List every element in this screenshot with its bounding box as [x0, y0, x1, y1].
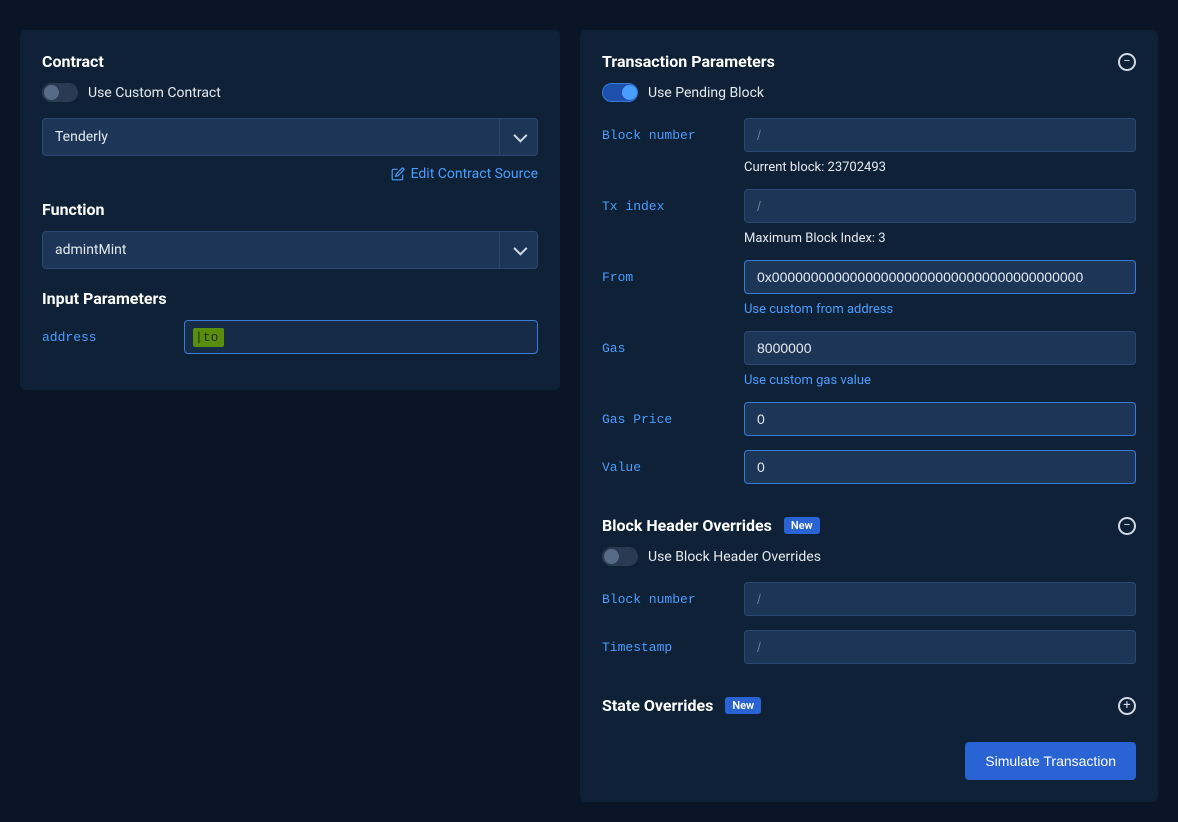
simulate-transaction-button[interactable]: Simulate Transaction	[965, 742, 1136, 780]
from-input[interactable]	[744, 260, 1136, 294]
block-header-collapse[interactable]	[1118, 517, 1136, 535]
edit-contract-source-text: Edit Contract Source	[411, 166, 538, 182]
chevron-down-icon	[513, 242, 527, 256]
gas-price-input[interactable]	[744, 402, 1136, 436]
tx-params-section: Transaction Parameters Use Pending Block…	[602, 52, 1136, 498]
use-custom-contract-toggle[interactable]	[42, 83, 78, 102]
address-label: address	[42, 330, 172, 345]
address-redacted-value: |to	[193, 328, 224, 347]
use-block-header-toggle[interactable]	[602, 547, 638, 566]
chevron-down-icon	[513, 129, 527, 143]
edit-icon	[391, 167, 405, 181]
bh-timestamp-input[interactable]	[744, 630, 1136, 664]
state-overrides-new-badge: New	[725, 697, 761, 714]
bh-timestamp-label: Timestamp	[602, 640, 732, 655]
tx-index-input[interactable]	[744, 189, 1136, 223]
gas-label: Gas	[602, 341, 732, 356]
gas-price-label: Gas Price	[602, 412, 732, 427]
value-label: Value	[602, 460, 732, 475]
function-select-chevron	[499, 232, 537, 268]
bh-block-number-input[interactable]	[744, 582, 1136, 616]
function-title: Function	[42, 200, 538, 219]
use-pending-block-row: Use Pending Block	[602, 83, 1136, 102]
block-header-section: Block Header Overrides New Use Block Hea…	[602, 516, 1136, 678]
use-custom-contract-row: Use Custom Contract	[42, 83, 538, 102]
contract-title: Contract	[42, 52, 538, 71]
tx-params-collapse[interactable]	[1118, 53, 1136, 71]
max-block-index-note: Maximum Block Index: 3	[744, 231, 1136, 246]
use-pending-block-toggle[interactable]	[602, 83, 638, 102]
contract-select-chevron	[499, 119, 537, 155]
use-custom-gas-link[interactable]: Use custom gas value	[744, 373, 1136, 388]
state-overrides-section: State Overrides New	[602, 696, 1136, 727]
bh-block-number-label: Block number	[602, 592, 732, 607]
address-input[interactable]: |to	[184, 320, 538, 354]
value-input[interactable]	[744, 450, 1136, 484]
function-select-value: admintMint	[55, 242, 126, 258]
block-header-title: Block Header Overrides	[602, 516, 772, 535]
tx-params-title: Transaction Parameters	[602, 52, 775, 71]
state-overrides-expand[interactable]	[1118, 697, 1136, 715]
transaction-panel: Transaction Parameters Use Pending Block…	[580, 30, 1158, 802]
use-block-header-label: Use Block Header Overrides	[648, 549, 821, 565]
block-number-label: Block number	[602, 128, 732, 143]
contract-select-value: Tenderly	[55, 129, 108, 145]
state-overrides-title: State Overrides	[602, 696, 713, 715]
edit-contract-source-link[interactable]: Edit Contract Source	[42, 166, 538, 182]
from-label: From	[602, 270, 732, 285]
use-custom-from-link[interactable]: Use custom from address	[744, 302, 1136, 317]
use-pending-block-label: Use Pending Block	[648, 85, 764, 101]
function-select[interactable]: admintMint	[42, 231, 538, 269]
use-block-header-row: Use Block Header Overrides	[602, 547, 1136, 566]
block-number-input[interactable]	[744, 118, 1136, 152]
contract-panel: Contract Use Custom Contract Tenderly Ed…	[20, 30, 560, 390]
block-header-new-badge: New	[784, 517, 820, 534]
use-custom-contract-label: Use Custom Contract	[88, 85, 221, 101]
current-block-note: Current block: 23702493	[744, 160, 1136, 175]
tx-index-label: Tx index	[602, 199, 732, 214]
address-param-row: address |to	[42, 320, 538, 354]
contract-select[interactable]: Tenderly	[42, 118, 538, 156]
gas-input[interactable]	[744, 331, 1136, 365]
input-parameters-title: Input Parameters	[42, 289, 538, 308]
